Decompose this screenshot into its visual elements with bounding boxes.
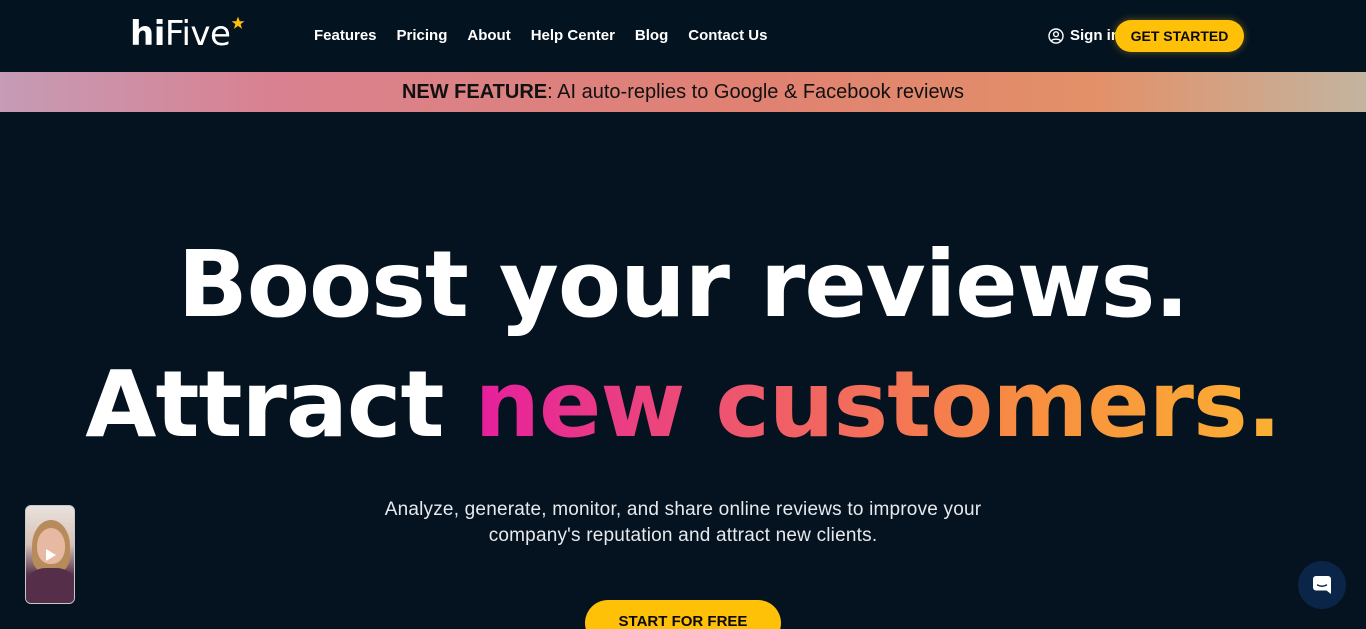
nav-contact-us[interactable]: Contact Us — [688, 26, 767, 46]
nav-blog[interactable]: Blog — [635, 26, 668, 46]
video-testimonial-widget[interactable] — [25, 505, 75, 604]
nav-about[interactable]: About — [467, 26, 510, 46]
chat-icon — [1313, 576, 1331, 594]
sign-in-link[interactable]: Sign in — [1048, 26, 1120, 46]
announcement-banner[interactable]: NEW FEATURE: AI auto-replies to Google &… — [0, 72, 1366, 112]
nav-pricing[interactable]: Pricing — [397, 26, 448, 46]
nav-help-center[interactable]: Help Center — [531, 26, 615, 46]
main-nav: Features Pricing About Help Center Blog … — [314, 26, 787, 46]
hero-headline-line2: Attract new customers. — [85, 351, 1281, 458]
play-icon — [46, 549, 56, 561]
banner-label: NEW FEATURE — [401, 81, 548, 103]
logo-text: hiFive — [130, 14, 231, 54]
chat-launcher-button[interactable] — [1298, 561, 1346, 609]
hero-gradient-text: new customers. — [474, 351, 1281, 458]
get-started-button[interactable]: GET STARTED — [1115, 20, 1244, 52]
star-icon — [232, 16, 245, 29]
video-body-shape — [26, 568, 74, 603]
hifive-logo[interactable]: hiFive — [130, 14, 245, 54]
hero-subtitle: Analyze, generate, monitor, and share on… — [384, 499, 982, 546]
site-header: hiFive Features Pricing About Help Cente… — [0, 0, 1366, 72]
user-circle-icon — [1048, 28, 1064, 44]
sign-in-label: Sign in — [1070, 27, 1120, 44]
nav-features[interactable]: Features — [314, 26, 377, 46]
hero-headline-line1: Boost your reviews. — [177, 231, 1190, 338]
start-for-free-button[interactable]: START FOR FREE — [585, 600, 781, 629]
banner-text: : AI auto-replies to Google & Facebook r… — [547, 81, 965, 103]
